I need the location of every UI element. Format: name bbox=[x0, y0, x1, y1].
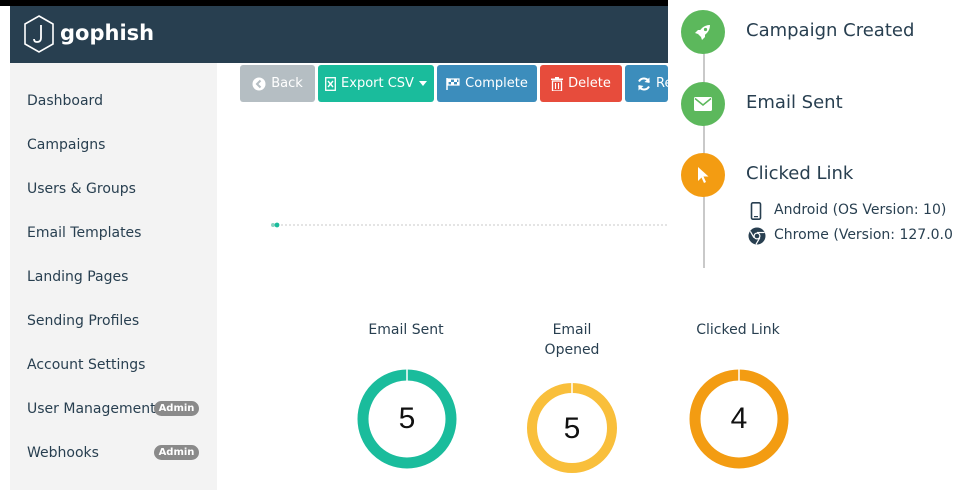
device-detail: Android (OS Version: 10) bbox=[774, 202, 947, 218]
campaign-created-marker bbox=[681, 10, 725, 54]
email-sent-stat-label: Email Sent bbox=[368, 322, 444, 338]
clicked-link-stat-label: Clicked Link bbox=[696, 322, 780, 338]
timeline-event-dot bbox=[271, 223, 275, 227]
export-csv-label: Export CSV bbox=[341, 76, 414, 91]
clicked-link-count: 4 bbox=[731, 402, 748, 435]
email-sent-count: 5 bbox=[399, 402, 416, 435]
envelope-icon bbox=[694, 97, 712, 111]
sidebar-item-landing-pages[interactable]: Landing Pages bbox=[27, 269, 128, 285]
sidebar-item-account-settings[interactable]: Account Settings bbox=[27, 357, 145, 373]
delete-button-label: Delete bbox=[568, 76, 611, 91]
navbar: gophish bbox=[10, 6, 668, 63]
browser-detail: Chrome (Version: 127.0.0.0) bbox=[774, 227, 953, 243]
export-csv-button[interactable]: Export CSV bbox=[318, 65, 434, 102]
delete-button[interactable]: Delete bbox=[540, 65, 622, 102]
complete-button-label: Complete bbox=[465, 76, 528, 91]
email-opened-donut: 5 bbox=[527, 383, 617, 473]
clicked-link-donut: 4 bbox=[689, 369, 789, 469]
timeline-event-title: Clicked Link bbox=[746, 163, 854, 184]
back-button-label: Back bbox=[271, 76, 303, 91]
back-button[interactable]: Back bbox=[240, 65, 315, 102]
refresh-button[interactable]: Re bbox=[625, 65, 668, 102]
refresh-icon bbox=[638, 77, 650, 90]
caret-down-icon bbox=[418, 80, 427, 86]
sidebar-item-email-templates[interactable]: Email Templates bbox=[27, 225, 141, 241]
sidebar-item-webhooks[interactable]: Webhooks bbox=[27, 445, 99, 461]
brand-name[interactable]: gophish bbox=[60, 21, 154, 45]
complete-button[interactable]: Complete bbox=[437, 65, 537, 102]
gophish-logo-icon bbox=[24, 15, 54, 53]
timeline-event-title: Email Sent bbox=[746, 92, 843, 113]
email-sent-marker bbox=[681, 82, 725, 126]
admin-badge: Admin bbox=[154, 401, 199, 416]
clicked-link-marker bbox=[681, 153, 725, 197]
sidebar-item-campaigns[interactable]: Campaigns bbox=[27, 137, 105, 153]
refresh-button-label: Re bbox=[656, 76, 668, 91]
timeline-event-dot bbox=[274, 222, 280, 228]
timeline-event-title: Campaign Created bbox=[746, 20, 915, 41]
flag-checkered-icon bbox=[446, 77, 460, 90]
sidebar: Dashboard Campaigns Users & Groups Email… bbox=[10, 63, 217, 490]
sidebar-item-dashboard[interactable]: Dashboard bbox=[27, 93, 103, 109]
trash-icon bbox=[551, 76, 564, 91]
email-opened-stat-label-line2: Opened bbox=[544, 342, 600, 358]
email-opened-stat-label-line1: Email bbox=[552, 322, 592, 338]
sidebar-item-users-groups[interactable]: Users & Groups bbox=[27, 181, 136, 197]
sidebar-item-sending-profiles[interactable]: Sending Profiles bbox=[27, 313, 139, 329]
mobile-icon bbox=[750, 202, 762, 220]
sidebar-item-user-management[interactable]: User Management bbox=[27, 401, 156, 417]
admin-badge: Admin bbox=[154, 445, 199, 460]
email-opened-count: 5 bbox=[564, 412, 581, 445]
chrome-icon bbox=[748, 227, 766, 245]
file-excel-icon bbox=[325, 76, 336, 91]
campaign-timeline-chart bbox=[271, 222, 668, 228]
email-sent-donut: 5 bbox=[357, 369, 457, 469]
pointer-icon bbox=[698, 167, 709, 183]
arrow-left-circle-icon bbox=[252, 77, 266, 90]
rocket-icon bbox=[695, 25, 710, 40]
